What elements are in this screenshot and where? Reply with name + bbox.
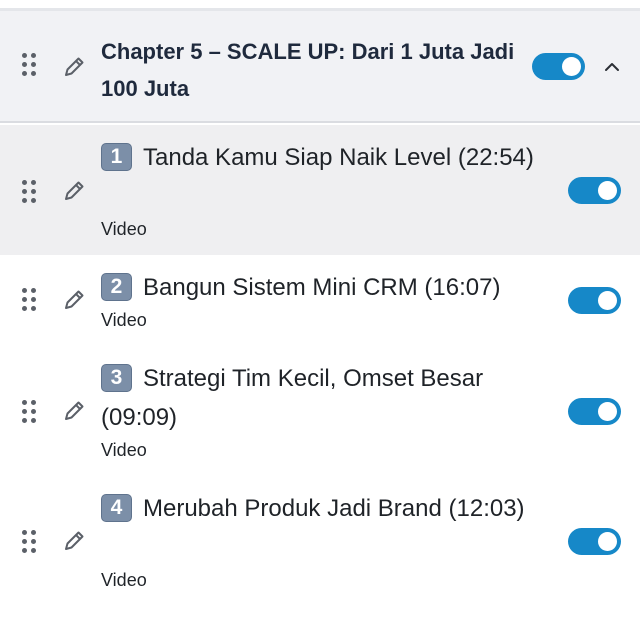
pencil-icon[interactable] [61,178,87,204]
lesson-visibility-toggle[interactable] [568,177,621,204]
lesson-title: 4 Merubah Produk Jadi Brand (12:03) [101,489,551,528]
chapter-title: Chapter 5 – SCALE UP: Dari 1 Juta Jadi 1… [101,39,515,101]
lesson-item[interactable]: 3 Strategi Tim Kecil, Omset Besar (09:09)… [0,345,640,475]
lesson-visibility-toggle[interactable] [568,287,621,314]
pencil-icon[interactable] [61,528,87,554]
lesson-type: Video [101,570,147,590]
lesson-title: 3 Strategi Tim Kecil, Omset Besar (09:09) [101,364,484,431]
pencil-icon[interactable] [61,398,87,424]
drag-handle-icon[interactable] [22,53,36,77]
lesson-visibility-toggle[interactable] [568,528,621,555]
drag-handle-icon[interactable] [22,530,36,554]
lesson-number-badge: 4 [101,494,132,522]
chapter-visibility-toggle[interactable] [532,53,585,80]
lesson-number-badge: 3 [101,364,132,392]
lesson-number-badge: 1 [101,143,132,171]
lesson-item[interactable]: 4 Merubah Produk Jadi Brand (12:03) Video [0,475,640,605]
lesson-type: Video [101,219,147,239]
lesson-type: Video [101,440,147,460]
lesson-item[interactable]: 2 Bangun Sistem Mini CRM (16:07) Video [0,255,640,345]
lesson-number-badge: 2 [101,273,132,301]
lesson-item[interactable]: 1 Tanda Kamu Siap Naik Level (22:54) Vide… [0,125,640,255]
drag-handle-icon[interactable] [22,180,36,204]
chevron-up-icon[interactable] [600,55,624,79]
drag-handle-icon[interactable] [22,288,36,312]
pencil-icon[interactable] [61,287,87,313]
lesson-type: Video [101,310,147,330]
chapter-header[interactable]: Chapter 5 – SCALE UP: Dari 1 Juta Jadi 1… [0,11,640,123]
lesson-title: 2 Bangun Sistem Mini CRM (16:07) [101,268,551,307]
lesson-visibility-toggle[interactable] [568,398,621,425]
pencil-icon[interactable] [61,54,87,80]
drag-handle-icon[interactable] [22,400,36,424]
lesson-title: 1 Tanda Kamu Siap Naik Level (22:54) [101,138,551,177]
